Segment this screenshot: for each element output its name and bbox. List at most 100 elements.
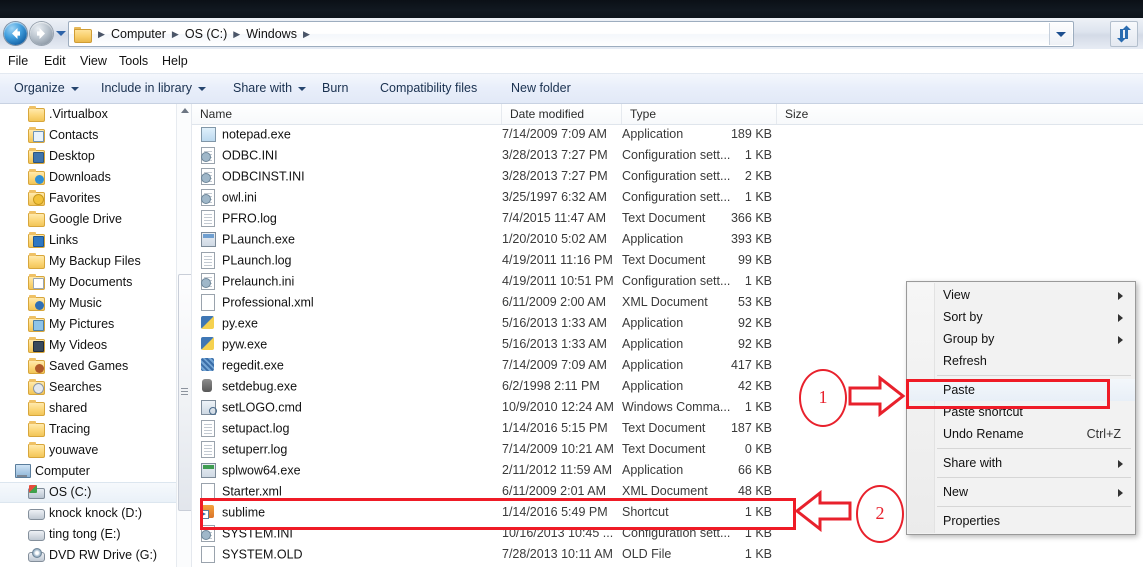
sidebar-item-my-music[interactable]: My Music bbox=[0, 293, 180, 314]
sidebar-item-label: Favorites bbox=[49, 191, 101, 206]
file-size-cell: 1 KB bbox=[744, 400, 772, 414]
sidebar-item-my-backup-files[interactable]: My Backup Files bbox=[0, 251, 180, 272]
context-menu-item-view[interactable]: View bbox=[907, 284, 1135, 306]
computer-icon bbox=[14, 464, 31, 478]
sidebar-item-virtualbox[interactable]: .Virtualbox bbox=[0, 104, 180, 125]
navigation-pane-scrollbar[interactable] bbox=[176, 104, 193, 567]
sidebar-item-computer[interactable]: Computer bbox=[0, 461, 180, 482]
breadcrumb-separator: ▶ bbox=[98, 29, 105, 39]
column-header-name[interactable]: Name bbox=[192, 104, 502, 124]
breadcrumb-item-computer[interactable]: Computer bbox=[108, 22, 169, 46]
compatibility-files-button[interactable]: Compatibility files bbox=[372, 74, 485, 103]
context-menu-item-undo-rename[interactable]: Undo Rename Ctrl+Z bbox=[907, 423, 1135, 445]
forward-arrow-icon[interactable] bbox=[30, 22, 53, 45]
file-size-cell: 99 KB bbox=[737, 253, 772, 267]
history-chevron-down-icon[interactable] bbox=[56, 31, 66, 36]
file-name-cell: pyw.exe bbox=[200, 334, 267, 355]
table-row[interactable]: PLaunch.exe 1/20/2010 5:02 AM Application 3… bbox=[192, 229, 1143, 250]
sidebar-item-saved-games[interactable]: Saved Games bbox=[0, 356, 180, 377]
savedgames-folder-icon bbox=[28, 358, 45, 374]
scroll-up-arrow-icon[interactable] bbox=[181, 108, 189, 113]
new-folder-button[interactable]: New folder bbox=[503, 74, 579, 103]
include-in-library-label: Include in library bbox=[101, 81, 193, 95]
menu-item-tools[interactable]: Tools bbox=[111, 49, 156, 73]
sidebar-item-contacts[interactable]: Contacts bbox=[0, 125, 180, 146]
context-menu-item-label: Properties bbox=[943, 514, 1000, 528]
column-header-type[interactable]: Type bbox=[622, 104, 777, 124]
context-menu[interactable]: View Sort by Group by Refresh Paste Paste sho… bbox=[906, 281, 1136, 535]
context-menu-item-group-by[interactable]: Group by bbox=[907, 328, 1135, 350]
sidebar-item-my-documents[interactable]: My Documents bbox=[0, 272, 180, 293]
file-name-label: ODBCINST.INI bbox=[222, 169, 305, 184]
table-row[interactable]: notepad.exe 7/14/2009 7:09 AM Application 1… bbox=[192, 124, 1143, 145]
folder-icon bbox=[28, 211, 45, 227]
sidebar-item-knock-knock-d[interactable]: knock knock (D:) bbox=[0, 503, 180, 524]
sidebar-item-youwave[interactable]: youwave bbox=[0, 440, 180, 461]
include-in-library-button[interactable]: Include in library bbox=[93, 74, 214, 103]
table-row[interactable]: ODBC.INI 3/28/2013 7:27 PM Configuration s… bbox=[192, 145, 1143, 166]
context-menu-item-sort-by[interactable]: Sort by bbox=[907, 306, 1135, 328]
table-row[interactable]: PFRO.log 7/4/2015 11:47 AM Text Document 36… bbox=[192, 208, 1143, 229]
context-menu-item-label: Sort by bbox=[943, 310, 983, 324]
burn-button[interactable]: Burn bbox=[314, 74, 356, 103]
column-header-size[interactable]: Size bbox=[777, 104, 1143, 124]
menu-item-file[interactable]: File bbox=[0, 49, 36, 73]
sidebar-item-dvd-rw-drive-g[interactable]: DVD RW Drive (G:) bbox=[0, 545, 180, 566]
sidebar-item-ting-tong-e[interactable]: ting tong (E:) bbox=[0, 524, 180, 545]
favorites-folder-icon bbox=[28, 190, 45, 206]
ini-config-icon bbox=[200, 147, 216, 164]
organize-button[interactable]: Organize bbox=[6, 74, 87, 103]
context-menu-item-refresh[interactable]: Refresh bbox=[907, 350, 1135, 372]
context-menu-item-share-with[interactable]: Share with bbox=[907, 452, 1135, 474]
back-arrow-icon[interactable] bbox=[4, 22, 27, 45]
sidebar-item-label: .Virtualbox bbox=[49, 107, 108, 122]
sidebar-item-links[interactable]: Links bbox=[0, 230, 180, 251]
folder-icon bbox=[28, 400, 45, 416]
table-row[interactable]: owl.ini 3/25/1997 6:32 AM Configuration se… bbox=[192, 187, 1143, 208]
sidebar-item-label: My Music bbox=[49, 296, 102, 311]
refresh-icon[interactable] bbox=[1110, 21, 1138, 47]
table-row[interactable]: PLaunch.log 4/19/2011 11:16 PM Text Docume… bbox=[192, 250, 1143, 271]
navigation-pane[interactable]: .Virtualbox Contacts Desktop Downloads Favor… bbox=[0, 104, 180, 567]
table-row[interactable]: SYSTEM.OLD 7/28/2013 10:11 AM OLD File 1 KB bbox=[192, 544, 1143, 565]
file-type-cell: Application bbox=[622, 358, 684, 372]
sidebar-item-google-drive[interactable]: Google Drive bbox=[0, 209, 180, 230]
sidebar-item-os-c[interactable]: OS (C:) bbox=[0, 482, 180, 503]
sidebar-item-label: Downloads bbox=[49, 170, 111, 185]
sidebar-item-tracing[interactable]: Tracing bbox=[0, 419, 180, 440]
share-with-button[interactable]: Share with bbox=[225, 74, 314, 103]
menu-item-edit[interactable]: Edit bbox=[36, 49, 74, 73]
sidebar-item-my-pictures[interactable]: My Pictures bbox=[0, 314, 180, 335]
context-menu-separator bbox=[937, 375, 1131, 376]
sidebar-item-label: Google Drive bbox=[49, 212, 122, 227]
breadcrumb-item-windows[interactable]: Windows bbox=[243, 22, 300, 46]
table-row[interactable]: ODBCINST.INI 3/28/2013 7:27 PM Configurati… bbox=[192, 166, 1143, 187]
context-menu-item-new[interactable]: New bbox=[907, 481, 1135, 503]
text-document-icon bbox=[200, 210, 216, 227]
file-size-cell: 1 KB bbox=[744, 274, 772, 288]
column-header-date-modified[interactable]: Date modified bbox=[502, 104, 622, 124]
python-app-icon bbox=[200, 315, 216, 330]
command-bar: Organize Include in library Share with B… bbox=[0, 74, 1143, 104]
file-date-cell: 7/14/2009 7:09 AM bbox=[502, 127, 607, 141]
context-menu-item-properties[interactable]: Properties bbox=[907, 510, 1135, 532]
sidebar-item-favorites[interactable]: Favorites bbox=[0, 188, 180, 209]
sidebar-item-desktop[interactable]: Desktop bbox=[0, 146, 180, 167]
sidebar-item-downloads[interactable]: Downloads bbox=[0, 167, 180, 188]
ini-config-icon bbox=[200, 189, 216, 206]
breadcrumb-item-os-c[interactable]: OS (C:) bbox=[182, 22, 230, 46]
sidebar-item-my-videos[interactable]: My Videos bbox=[0, 335, 180, 356]
menu-item-view[interactable]: View bbox=[72, 49, 115, 73]
menu-item-help[interactable]: Help bbox=[154, 49, 196, 73]
sidebar-item-searches[interactable]: Searches bbox=[0, 377, 180, 398]
address-bar[interactable]: ▶ Computer ▶ OS (C:) ▶ Windows ▶ bbox=[68, 21, 1074, 47]
sidebar-item-shared[interactable]: shared bbox=[0, 398, 180, 419]
column-header-row: Name Date modified Type Size bbox=[192, 104, 1143, 125]
address-chevron-down-icon[interactable] bbox=[1049, 23, 1072, 45]
file-type-cell: Application bbox=[622, 463, 684, 477]
file-date-cell: 3/28/2013 7:27 PM bbox=[502, 169, 608, 183]
context-menu-item-paste-shortcut[interactable]: Paste shortcut bbox=[907, 401, 1135, 423]
context-menu-item-paste[interactable]: Paste bbox=[907, 379, 1135, 401]
file-date-cell: 6/11/2009 2:01 AM bbox=[502, 484, 607, 498]
links-folder-icon bbox=[28, 232, 45, 248]
